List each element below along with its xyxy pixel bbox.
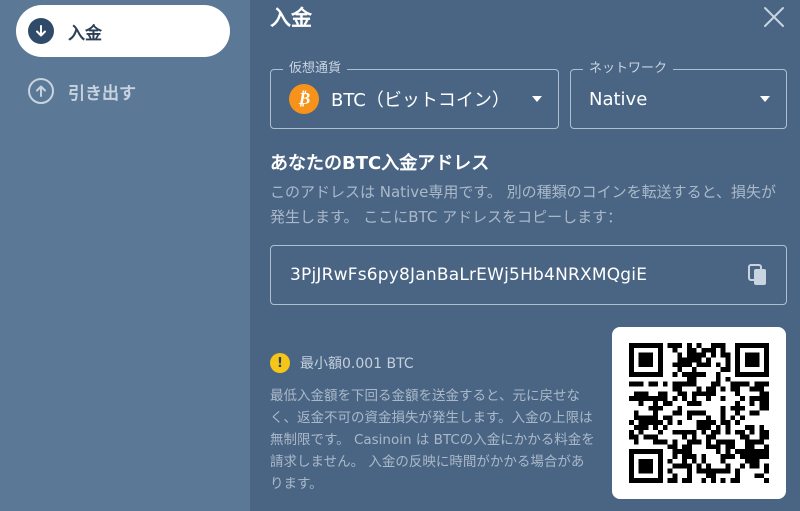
copy-icon[interactable] xyxy=(738,255,778,295)
bitcoin-icon: ₿ xyxy=(289,84,319,114)
address-field[interactable]: 3PjJRwFs6py8JanBaLrEWj5Hb4NRXMQgiE xyxy=(270,245,787,305)
arrow-down-circle-icon xyxy=(28,18,54,44)
deposit-address[interactable]: 3PjJRwFs6py8JanBaLrEWj5Hb4NRXMQgiE xyxy=(290,265,738,285)
sidebar-item-withdraw[interactable]: 引き出す xyxy=(16,65,230,117)
page-title: 入金 xyxy=(270,6,312,30)
sidebar-item-deposit[interactable]: 入金 xyxy=(16,5,230,57)
minimum-deposit-text: 最小額0.001 BTC xyxy=(300,356,414,372)
warning-icon: ! xyxy=(270,353,290,373)
qr-code-icon xyxy=(629,343,769,483)
sidebar-item-label: 引き出す xyxy=(68,83,136,104)
deposit-panel: 入金 仮想通貨 ₿ BTC（ビットコイン） ネットワーク Native あなたの… xyxy=(250,0,800,511)
currency-value: BTC（ビットコイン） xyxy=(331,90,510,111)
qr-code xyxy=(612,327,786,499)
address-description: このアドレスは Native専用です。 別の種類のコインを転送すると、損失が発生… xyxy=(270,183,777,226)
minimum-deposit-row: ! 最小額0.001 BTC xyxy=(270,353,414,373)
currency-select[interactable]: 仮想通貨 ₿ BTC（ビットコイン） xyxy=(270,60,559,129)
sidebar-item-label: 入金 xyxy=(68,23,102,44)
chevron-down-icon xyxy=(760,96,770,102)
network-value: Native xyxy=(589,88,648,110)
network-select[interactable]: ネットワーク Native xyxy=(570,60,787,129)
arrow-up-circle-icon xyxy=(28,78,54,104)
sidebar: 入金 引き出す xyxy=(0,0,250,511)
deposit-notice: 最低入金額を下回る金額を送金すると、元に戻せなく、返金不可の資金損失が発生します… xyxy=(270,388,595,492)
close-icon xyxy=(764,7,784,27)
address-heading: あなたのBTC入金アドレス xyxy=(270,153,490,174)
chevron-down-icon xyxy=(532,96,542,102)
close-button[interactable] xyxy=(762,5,786,29)
